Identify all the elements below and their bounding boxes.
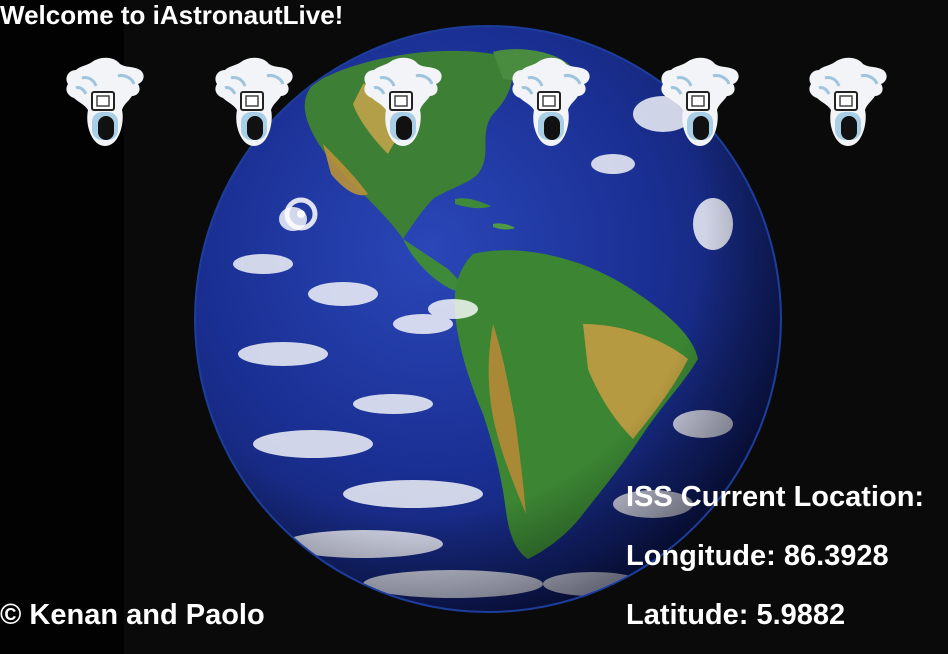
- astronaut-icon: [364, 57, 442, 146]
- astronaut-icon: [661, 57, 739, 146]
- astronaut-icon: [512, 57, 590, 146]
- astronaut-row: [0, 56, 948, 152]
- credit-footer: © Kenan and Paolo: [0, 599, 265, 631]
- astronaut-icon: [215, 57, 293, 146]
- astronaut-icon: [809, 57, 887, 146]
- iss-latitude: Latitude: 5.9882: [626, 599, 846, 631]
- iss-location-heading: ISS Current Location:: [626, 481, 925, 513]
- app-stage: Welcome to iAstronautLive! ISS Current L…: [0, 0, 948, 654]
- astronaut-icon: [66, 57, 144, 146]
- iss-longitude: Longitude: 86.3928: [626, 540, 889, 572]
- welcome-title: Welcome to iAstronautLive!: [0, 0, 344, 30]
